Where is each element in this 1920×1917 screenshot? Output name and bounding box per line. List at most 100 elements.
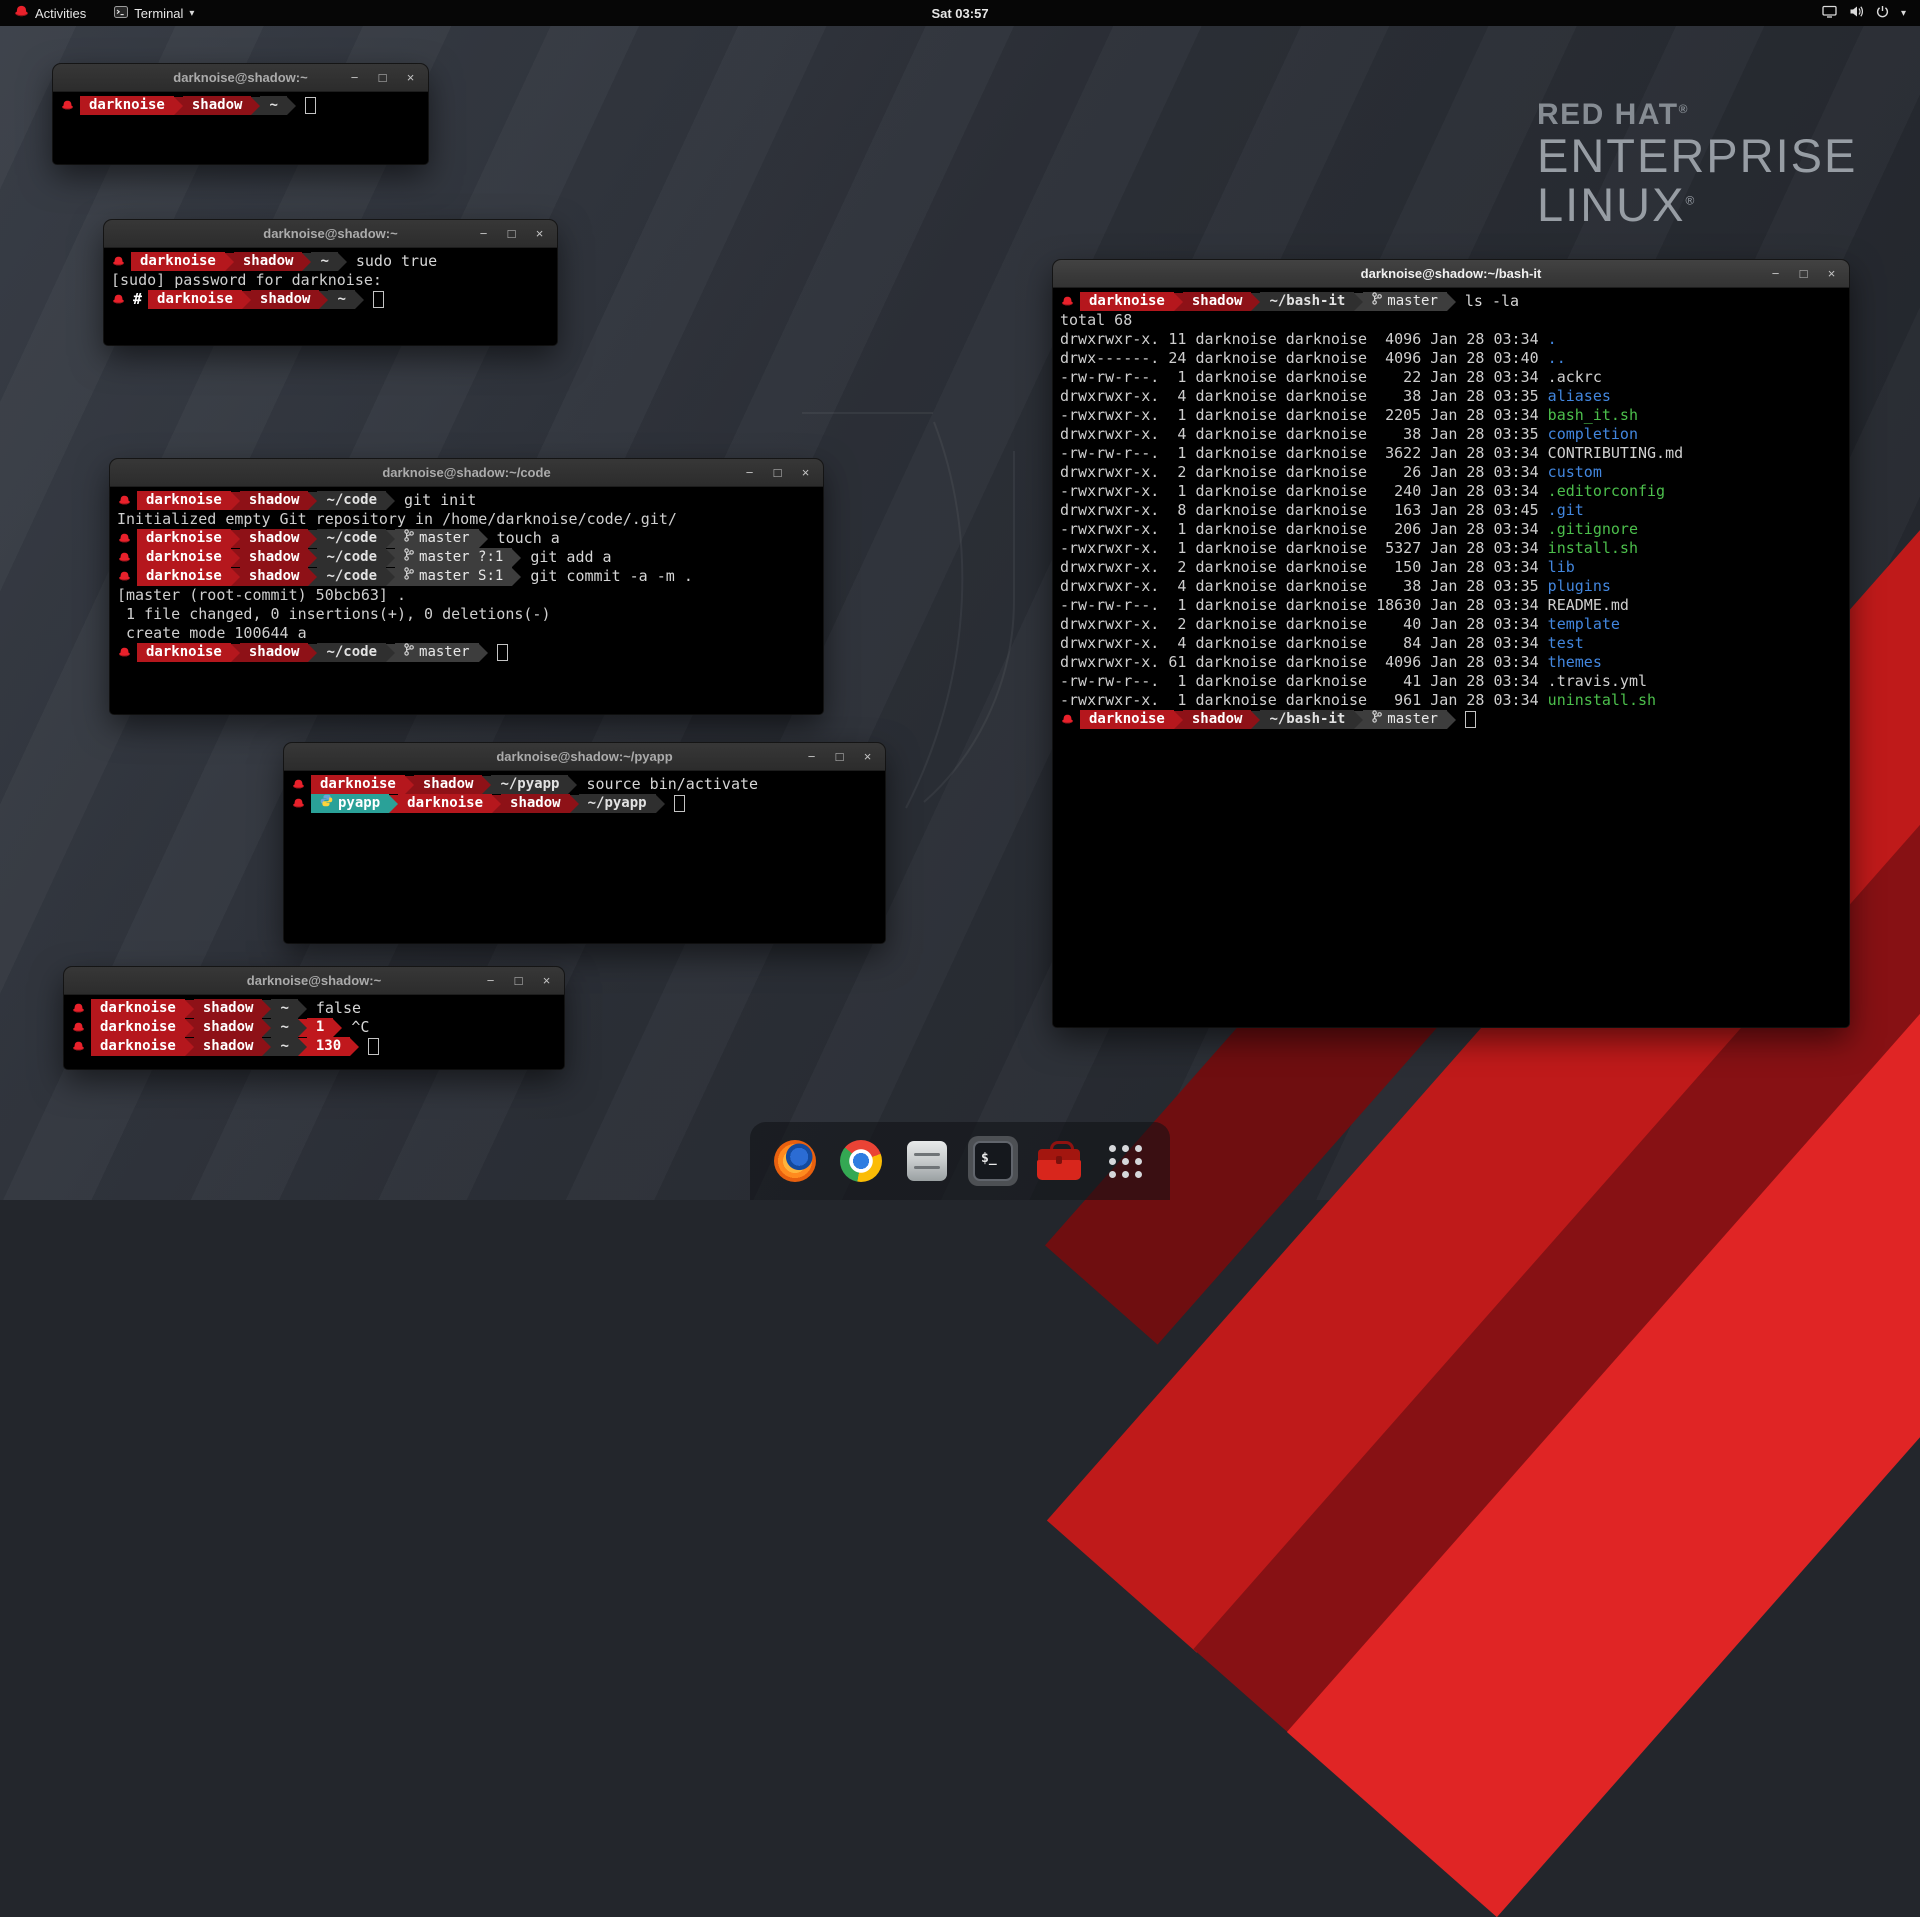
prompt-host-segment: shadow (183, 96, 252, 115)
file-meta: -rwxrwxr-x. 1 darknoise darknoise 206 Ja… (1060, 520, 1548, 538)
prompt-host-text: shadow (203, 1037, 254, 1056)
terminal-output-line: create mode 100644 a (117, 624, 816, 643)
prompt-user-text: darknoise (146, 491, 222, 510)
chevron-down-icon: ▾ (1901, 8, 1906, 19)
terminal-content[interactable]: darknoiseshadow~/bash-itmasterls -latota… (1053, 288, 1849, 1027)
close-button[interactable]: × (540, 967, 553, 994)
terminal-prompt-line: darknoiseshadow~/codemaster (117, 643, 816, 662)
close-button[interactable]: × (861, 743, 874, 770)
prompt-host-text: shadow (249, 491, 300, 510)
chevron-down-icon: ▾ (189, 8, 194, 19)
file-list-row: drwxrwxr-x. 8 darknoise darknoise 163 Ja… (1060, 501, 1842, 520)
file-name: .editorconfig (1548, 482, 1665, 500)
terminal-content[interactable]: darknoiseshadow~sudo true[sudo] password… (104, 248, 557, 345)
prompt-user-text: darknoise (100, 999, 176, 1018)
prompt-host-text: shadow (423, 775, 474, 794)
powerline-separator-icon (389, 795, 398, 813)
close-button[interactable]: × (533, 220, 546, 247)
prompt-user-text: darknoise (146, 548, 222, 567)
file-name: .travis.yml (1548, 672, 1647, 690)
prompt-user-segment: darknoise (311, 775, 405, 794)
powerline-separator-icon (308, 530, 317, 548)
clock[interactable]: Sat 03:57 (0, 6, 1920, 21)
redhat-logo-icon (14, 5, 29, 21)
close-button[interactable]: × (799, 459, 812, 486)
file-list-row: drwxrwxr-x. 4 darknoise darknoise 38 Jan… (1060, 425, 1842, 444)
dock-icon-terminal[interactable] (968, 1136, 1018, 1186)
terminal-content[interactable]: darknoiseshadow~ (53, 92, 428, 164)
powerline-separator-icon (308, 492, 317, 510)
minimize-button[interactable]: − (805, 743, 818, 770)
window-titlebar[interactable]: darknoise@shadow:~/pyapp−□× (284, 743, 885, 771)
powerline-separator-icon (262, 1000, 271, 1018)
prompt-user-segment: darknoise (80, 96, 174, 115)
terminal-content[interactable]: darknoiseshadow~falsedarknoiseshadow~1^C… (64, 995, 564, 1069)
minimize-button[interactable]: − (484, 967, 497, 994)
file-name: plugins (1548, 577, 1611, 595)
app-menu-terminal[interactable]: Terminal ▾ (110, 0, 198, 26)
redhat-icon (117, 647, 137, 658)
window-titlebar[interactable]: darknoise@shadow:~−□× (64, 967, 564, 995)
dock-icon-chrome[interactable] (836, 1136, 886, 1186)
minimize-button[interactable]: − (477, 220, 490, 247)
powerline-separator-icon (386, 568, 395, 586)
minimize-button[interactable]: − (743, 459, 756, 486)
prompt-user-segment: darknoise (398, 794, 492, 813)
powerline-separator-icon (302, 253, 311, 271)
maximize-button[interactable]: □ (771, 459, 784, 486)
close-button[interactable]: × (1825, 260, 1838, 287)
prompt-path-text: ~ (280, 1037, 288, 1056)
maximize-button[interactable]: □ (1797, 260, 1810, 287)
file-meta: drwxrwxr-x. 4 darknoise darknoise 38 Jan… (1060, 387, 1548, 405)
maximize-button[interactable]: □ (376, 64, 389, 91)
activities-button[interactable]: Activities (10, 0, 90, 26)
maximize-button[interactable]: □ (833, 743, 846, 770)
file-list-row: drwxrwxr-x. 2 darknoise darknoise 26 Jan… (1060, 463, 1842, 482)
window-controls: −□ × (477, 220, 557, 247)
maximize-button[interactable]: □ (512, 967, 525, 994)
prompt-path-segment: ~/pyapp (491, 775, 568, 794)
file-meta: -rwxrwxr-x. 1 darknoise darknoise 2205 J… (1060, 406, 1548, 424)
close-button[interactable]: × (404, 64, 417, 91)
prompt-path-segment: ~/code (317, 548, 386, 567)
command-text: false (316, 999, 361, 1018)
desktop-background: RED HAT® ENTERPRISE LINUX® darknoise@sha… (0, 0, 1920, 1200)
redhat-icon (60, 100, 80, 111)
file-name: README.md (1548, 596, 1629, 614)
prompt-host-segment: shadow (194, 999, 263, 1018)
prompt-user-segment: darknoise (91, 1018, 185, 1037)
prompt-git-text: master S:1 (419, 567, 503, 586)
dock-icon-show-applications[interactable] (1100, 1136, 1150, 1186)
file-meta: drwxrwxr-x. 4 darknoise darknoise 38 Jan… (1060, 577, 1548, 595)
terminal-content[interactable]: darknoiseshadow~/codegit initInitialized… (110, 487, 823, 714)
redhat-icon (291, 798, 311, 809)
powerline-separator-icon (1251, 293, 1260, 311)
prompt-user-segment: darknoise (91, 1037, 185, 1056)
prompt-host-segment: shadow (234, 252, 303, 271)
file-list-row: drwxrwxr-x. 61 darknoise darknoise 4096 … (1060, 653, 1842, 672)
rhel-branding: RED HAT® ENTERPRISE LINUX® (1537, 98, 1857, 230)
window-titlebar[interactable]: darknoise@shadow:~−□× (53, 64, 428, 92)
dock-icon-files[interactable] (902, 1136, 952, 1186)
dock-icon-firefox[interactable] (770, 1136, 820, 1186)
dock-icon-toolbox[interactable] (1034, 1136, 1084, 1186)
window-titlebar[interactable]: darknoise@shadow:~/code−□× (110, 459, 823, 487)
minimize-button[interactable]: − (348, 64, 361, 91)
prompt-user-text: darknoise (146, 643, 222, 662)
registered-mark: ® (1685, 193, 1696, 207)
powerline-separator-icon (656, 795, 665, 813)
prompt-host-text: shadow (203, 1018, 254, 1037)
powerline-separator-icon (308, 568, 317, 586)
maximize-button[interactable]: □ (505, 220, 518, 247)
system-status-area[interactable]: ▾ (1822, 5, 1920, 21)
window-titlebar[interactable]: darknoise@shadow:~/bash-it−□× (1053, 260, 1849, 288)
powerline-separator-icon (231, 492, 240, 510)
terminal-content[interactable]: darknoiseshadow~/pyappsource bin/activat… (284, 771, 885, 943)
prompt-path-segment: ~/bash-it (1260, 292, 1354, 311)
terminal-prompt-line: darknoiseshadow~/codemastertouch a (117, 529, 816, 548)
terminal-output-line: [master (root-commit) 50bcb63] . (117, 586, 816, 605)
window-titlebar[interactable]: darknoise@shadow:~−□× (104, 220, 557, 248)
file-name: .ackrc (1548, 368, 1602, 386)
minimize-button[interactable]: − (1769, 260, 1782, 287)
prompt-host-text: shadow (249, 548, 300, 567)
